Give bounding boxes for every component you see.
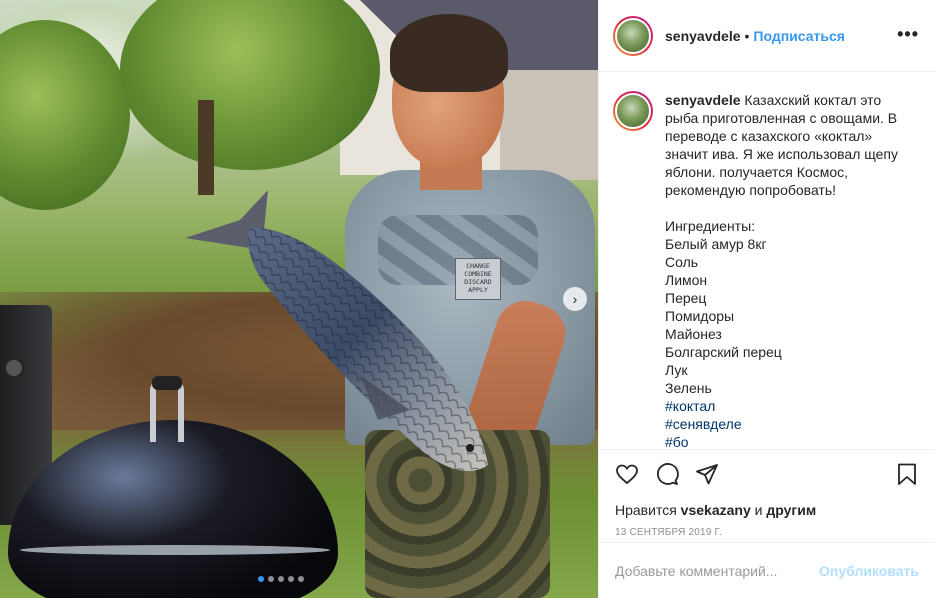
caption-avatar[interactable] xyxy=(613,91,653,131)
ingredient-item: Белый амур 8кг xyxy=(665,236,767,252)
post-date[interactable]: 13 сентября 2019 г. xyxy=(615,527,919,538)
paper-plane-icon[interactable] xyxy=(695,462,719,486)
hashtag-link[interactable]: #бо xyxy=(665,433,898,449)
username-link[interactable]: senyavdele xyxy=(665,28,741,44)
carousel-dot xyxy=(288,576,294,582)
ellipsis-icon[interactable]: ••• xyxy=(897,24,919,45)
caption-area: senyavdele Казахский коктал это рыба при… xyxy=(599,73,935,449)
caption-username[interactable]: senyavdele xyxy=(665,92,741,108)
likes-others-link[interactable]: другим xyxy=(766,502,816,518)
post-header: senyavdele • Подписаться ••• xyxy=(599,0,935,72)
avatar-image xyxy=(615,93,651,129)
post-photo[interactable]: CHANGE COMBINE DISCARD APPLY › xyxy=(0,0,598,598)
ingredient-item: Помидоры xyxy=(665,308,735,324)
publish-comment-button[interactable]: Опубликовать xyxy=(819,563,919,579)
caption-line: рыба приготовленная с овощами. В xyxy=(665,110,898,126)
ingredient-item: Соль xyxy=(665,254,699,270)
liker-username-link[interactable]: vsekazany xyxy=(681,502,751,518)
likes-and: и xyxy=(754,502,763,518)
carousel-indicator xyxy=(258,576,304,582)
caption-line: Казахский коктал это xyxy=(744,92,882,108)
avatar[interactable] xyxy=(613,15,653,56)
caption-line: рекомендую попробовать! xyxy=(665,182,837,198)
next-photo-button[interactable]: › xyxy=(563,287,587,311)
bookmark-icon[interactable] xyxy=(895,462,919,486)
post-actions: Нравится vsekazany и другим 13 сентября … xyxy=(599,449,935,541)
likes-prefix: Нравится xyxy=(615,502,677,518)
carousel-dot xyxy=(258,576,264,582)
ingredient-item: Майонез xyxy=(665,326,722,342)
caption-text: senyavdele Казахский коктал это рыба при… xyxy=(665,91,898,449)
grill-handle-grip xyxy=(152,376,182,390)
caption-line: значит ива. Я же использовал щепу xyxy=(665,146,898,162)
hashtag-link[interactable]: #коктал xyxy=(665,397,898,415)
likes-summary: Нравится vsekazany и другим xyxy=(615,502,919,518)
grill-knob xyxy=(4,358,24,378)
comment-input[interactable] xyxy=(615,562,820,579)
grill-rim xyxy=(20,545,330,555)
ingredient-item: Лимон xyxy=(665,272,708,288)
carousel-dot xyxy=(268,576,274,582)
caption-line: переводе с казахского «коктал» xyxy=(665,128,873,144)
caption-line: яблони. получается Космос, xyxy=(665,164,849,180)
separator-bullet: • xyxy=(744,27,750,44)
ingredient-item: Зелень xyxy=(665,380,712,396)
carousel-dot xyxy=(298,576,304,582)
follow-button[interactable]: Подписаться xyxy=(753,28,845,44)
action-icons xyxy=(615,458,919,490)
carousel-dot xyxy=(278,576,284,582)
hashtag-link[interactable]: #сенявделе xyxy=(665,415,898,433)
avatar-image xyxy=(615,17,651,54)
ingredient-item: Болгарский перец xyxy=(665,344,782,360)
heart-icon[interactable] xyxy=(615,462,639,486)
post-sidebar: senyavdele • Подписаться ••• senyavdele … xyxy=(598,0,935,598)
ingredient-item: Лук xyxy=(665,362,688,378)
ingredients-title: Ингредиенты: xyxy=(665,218,756,234)
ingredient-item: Перец xyxy=(665,290,707,306)
comment-form: Опубликовать xyxy=(599,542,935,598)
comment-bubble-icon[interactable] xyxy=(655,462,679,486)
